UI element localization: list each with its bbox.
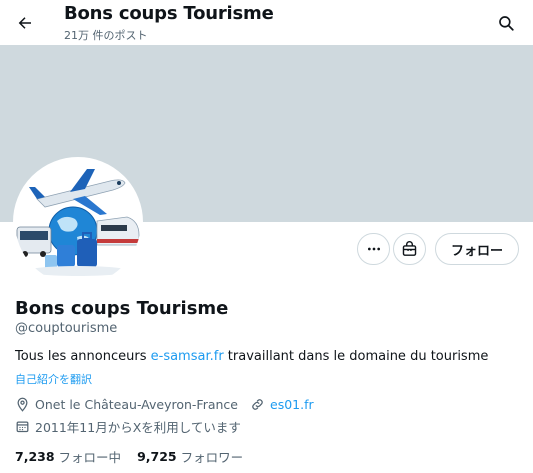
followers-stat[interactable]: 9,725 フォロワー <box>137 447 243 466</box>
bio-link[interactable]: e-samsar.fr <box>151 349 224 364</box>
profile-bio: Tous les annonceurs e-samsar.fr travaill… <box>15 349 488 364</box>
profile-handle: @couptourisme <box>15 321 118 336</box>
profile-website-link[interactable]: es01.fr <box>270 397 314 412</box>
post-count: 21万 件のポスト <box>64 29 148 42</box>
avatar[interactable] <box>13 157 143 287</box>
profile-joined-row: 2011年11月からXを利用しています <box>15 417 241 436</box>
shopping-bag-icon <box>402 240 417 256</box>
profile-name: Bons coups Tourisme <box>15 298 229 319</box>
following-label: フォロー中 <box>58 450 122 465</box>
profile-meta-row: Onet le Château-Aveyron-France es01.fr <box>15 397 314 412</box>
header-title: Bons coups Tourisme <box>64 3 274 24</box>
profile-header: Bons coups Tourisme 21万 件のポスト <box>0 0 533 44</box>
search-button[interactable] <box>491 8 521 38</box>
train-illustration <box>96 216 140 246</box>
bio-text-after: travaillant dans le domaine du tourisme <box>223 349 489 364</box>
more-horizontal-icon <box>367 247 380 251</box>
avatar-image <box>15 159 141 285</box>
more-options-button[interactable] <box>357 233 390 265</box>
bio-text-before: Tous les annonceurs <box>15 349 151 364</box>
translate-bio-link[interactable]: 自己紹介を翻訳 <box>15 371 92 387</box>
profile-joined-date: 2011年11月からXを利用しています <box>35 420 241 435</box>
bus-illustration <box>16 226 52 257</box>
shop-button[interactable] <box>393 233 426 265</box>
following-stat[interactable]: 7,238 フォロー中 <box>15 447 121 466</box>
search-icon <box>499 16 514 31</box>
following-count: 7,238 <box>15 449 55 464</box>
calendar-icon <box>15 419 30 434</box>
arrow-left-icon <box>18 17 31 29</box>
follow-button[interactable]: フォロー <box>435 233 519 265</box>
location-pin-icon <box>15 397 30 412</box>
followers-count: 9,725 <box>137 449 177 464</box>
followers-label: フォロワー <box>180 450 244 465</box>
follow-stats: 7,238 フォロー中 9,725 フォロワー <box>15 447 243 466</box>
link-icon <box>250 397 265 412</box>
profile-location: Onet le Château-Aveyron-France <box>35 397 238 412</box>
back-button[interactable] <box>10 8 40 38</box>
